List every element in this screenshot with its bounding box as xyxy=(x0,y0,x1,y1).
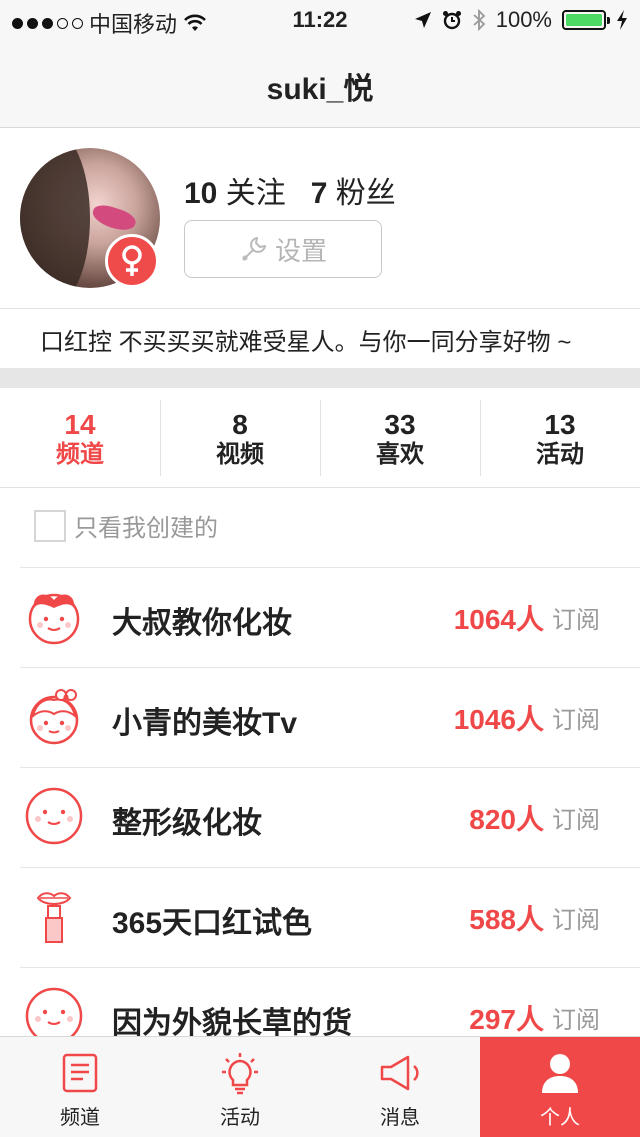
bottom-tab-bar: 频道 活动 消息 个人 xyxy=(0,1036,640,1137)
filter-label: 只看我创建的 xyxy=(74,515,218,542)
person-icon xyxy=(542,1054,578,1093)
subscriber-count: 1064人 xyxy=(453,604,544,635)
channel-row[interactable]: 小青的美妆Tv 1046人 订阅 xyxy=(20,667,640,768)
tab-bar-activities[interactable]: 活动 xyxy=(160,1037,320,1137)
filter-checkbox[interactable] xyxy=(34,509,66,542)
followers-link[interactable]: 7 粉丝 xyxy=(311,177,396,210)
alarm-clock-icon xyxy=(442,11,461,30)
document-icon xyxy=(62,1053,98,1093)
tab-activities[interactable]: 13 活动 xyxy=(480,388,640,487)
wrench-icon xyxy=(242,237,266,261)
tab-bar-label: 活动 xyxy=(220,1107,260,1129)
status-bar: 中国移动 11:22 100% xyxy=(0,0,640,40)
tab-channels[interactable]: 14 频道 xyxy=(0,388,160,487)
tab-label: 活动 xyxy=(536,441,584,468)
subscribe-button[interactable]: 订阅 xyxy=(552,800,600,835)
profile-tabs: 14 频道 8 视频 33 喜欢 13 活动 xyxy=(0,388,640,488)
subscribe-button[interactable]: 订阅 xyxy=(552,600,600,635)
tab-count: 33 xyxy=(384,409,416,440)
subscriber-count: 820人 xyxy=(469,804,544,835)
section-separator xyxy=(0,368,640,388)
tab-label: 频道 xyxy=(56,441,104,468)
following-link[interactable]: 10 关注 xyxy=(184,177,286,210)
tab-bar-label: 消息 xyxy=(380,1107,420,1129)
followers-count: 7 xyxy=(310,177,328,210)
channel-name: 大叔教你化妆 xyxy=(112,607,292,640)
tab-count: 13 xyxy=(544,409,576,440)
channel-row[interactable]: 整形级化妆 820人 订阅 xyxy=(20,767,640,868)
created-by-me-filter[interactable]: 只看我创建的 xyxy=(34,508,218,543)
subscriber-count: 588人 xyxy=(469,904,544,935)
profile-bio: 口红控 不买买买就难受星人。与你一同分享好物 ~ xyxy=(40,329,572,356)
subscribe-button[interactable]: 订阅 xyxy=(552,700,600,735)
tab-label: 视频 xyxy=(216,441,264,468)
tab-label: 喜欢 xyxy=(376,441,424,468)
tab-videos[interactable]: 8 视频 xyxy=(160,388,320,487)
channel-name: 365天口红试色 xyxy=(112,907,313,940)
channel-row[interactable]: 大叔教你化妆 1064人 订阅 xyxy=(20,567,640,668)
battery-icon xyxy=(562,10,610,30)
tab-bar-channels[interactable]: 频道 xyxy=(0,1037,160,1137)
smiley-face-icon xyxy=(25,787,83,845)
tab-count: 8 xyxy=(232,409,248,440)
battery-percentage: 100% xyxy=(495,7,552,32)
subscribe-button[interactable]: 订阅 xyxy=(552,900,600,935)
female-gender-icon xyxy=(105,234,159,288)
settings-label: 设置 xyxy=(274,235,327,266)
channel-row[interactable]: 365天口红试色 588人 订阅 xyxy=(20,867,640,968)
megaphone-icon xyxy=(380,1055,419,1091)
settings-button[interactable]: 设置 xyxy=(184,220,382,278)
subscriber-count: 1046人 xyxy=(453,704,544,735)
tab-likes[interactable]: 33 喜欢 xyxy=(320,388,480,487)
lightbulb-icon xyxy=(222,1053,258,1095)
tab-bar-label: 个人 xyxy=(540,1107,580,1129)
tab-bar-label: 频道 xyxy=(60,1107,100,1129)
tab-count: 14 xyxy=(64,409,96,440)
channel-name: 小青的美妆Tv xyxy=(112,707,298,740)
subscribe-button[interactable]: 订阅 xyxy=(552,1000,600,1035)
face-with-hair-bow-icon xyxy=(29,689,79,745)
subscriber-count: 297人 xyxy=(469,1004,544,1035)
tab-bar-messages[interactable]: 消息 xyxy=(320,1037,480,1137)
location-arrow-icon xyxy=(414,12,431,28)
page-title: suki_悦 xyxy=(266,73,374,106)
tab-bar-profile[interactable]: 个人 xyxy=(480,1037,640,1137)
followers-label: 粉丝 xyxy=(335,177,396,210)
charging-bolt-icon xyxy=(617,10,627,30)
follow-stats: 10 关注 7 粉丝 xyxy=(184,168,396,212)
navigation-bar: suki_悦 xyxy=(0,40,640,128)
lipstick-icon xyxy=(36,892,72,943)
channel-name: 整形级化妆 xyxy=(112,807,262,840)
face-with-bow-icon xyxy=(28,593,80,645)
bluetooth-icon xyxy=(473,9,486,31)
following-count: 10 xyxy=(184,177,218,210)
divider xyxy=(0,308,640,309)
following-label: 关注 xyxy=(225,177,286,210)
